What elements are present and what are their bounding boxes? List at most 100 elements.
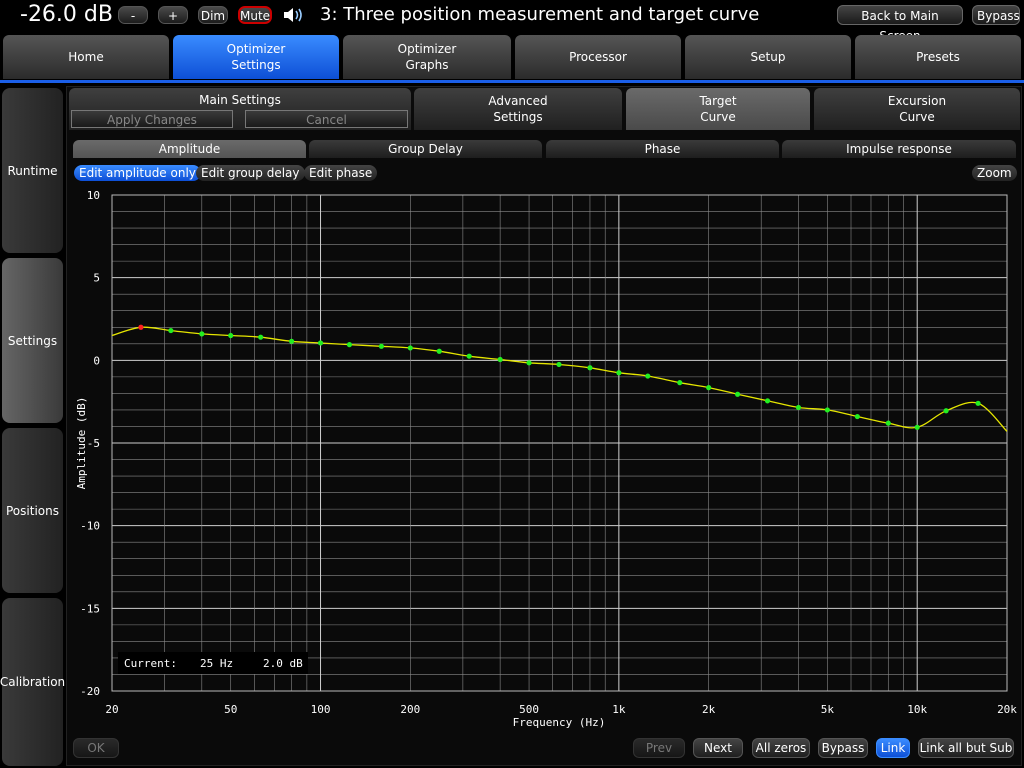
tab-phase[interactable]: Phase xyxy=(546,140,779,158)
curve-point[interactable] xyxy=(466,353,472,359)
curve-point[interactable] xyxy=(317,340,324,346)
tab-label: Processor xyxy=(569,50,627,64)
tab-setup[interactable]: Setup xyxy=(685,35,851,79)
curve-point[interactable] xyxy=(258,334,264,340)
y-tick-label: -20 xyxy=(80,685,100,698)
curve-point[interactable] xyxy=(526,360,532,366)
sidebar-item-positions[interactable]: Positions xyxy=(2,428,63,593)
selected-curve-point[interactable] xyxy=(138,324,144,330)
edit-group-delay-button[interactable]: Edit group delay xyxy=(196,165,305,181)
cancel-button[interactable]: Cancel xyxy=(245,110,408,128)
bypass-button[interactable]: Bypass xyxy=(818,738,868,758)
tab-impulse-response[interactable]: Impulse response xyxy=(782,140,1016,158)
x-tick-label: 100 xyxy=(311,703,331,716)
tab-excursion-curve[interactable]: Excursion Curve xyxy=(814,88,1020,130)
x-tick-label: 20k xyxy=(997,703,1017,716)
curve-point[interactable] xyxy=(943,408,949,414)
curve-point[interactable] xyxy=(168,327,174,334)
x-tick-label: 1k xyxy=(612,703,626,716)
tab-amplitude[interactable]: Amplitude xyxy=(73,140,306,158)
link-all-but-sub-button[interactable]: Link all but Sub xyxy=(918,738,1014,758)
tab-label: Optimizer Settings xyxy=(226,42,286,72)
curve-point[interactable] xyxy=(346,342,353,348)
curve-point[interactable] xyxy=(706,385,712,391)
sidebar-item-calibration[interactable]: Calibration xyxy=(0,598,65,766)
y-tick-label: 0 xyxy=(93,354,100,367)
curve-point[interactable] xyxy=(824,407,830,413)
link-button[interactable]: Link xyxy=(876,738,910,758)
edit-amplitude-only-button[interactable]: Edit amplitude only xyxy=(74,165,201,181)
curve-point[interactable] xyxy=(885,420,891,426)
tab-label: Advanced Settings xyxy=(488,94,548,124)
dim-button[interactable]: Dim xyxy=(198,6,228,24)
tab-label: Home xyxy=(68,50,104,64)
next-button[interactable]: Next xyxy=(693,738,743,758)
y-tick-label: -5 xyxy=(87,437,100,450)
target-curve-line xyxy=(111,326,1008,432)
tab-optimizer-graphs[interactable]: Optimizer Graphs xyxy=(343,35,511,79)
ok-button[interactable]: OK xyxy=(73,738,119,758)
volume-readout: -26.0 dB xyxy=(20,2,113,27)
x-tick-label: 2k xyxy=(702,703,716,716)
zoom-button[interactable]: Zoom xyxy=(972,165,1017,181)
sidebar-item-label: Runtime xyxy=(7,163,58,178)
curve-point[interactable] xyxy=(497,356,503,363)
tab-group-delay[interactable]: Group Delay xyxy=(309,140,542,158)
sidebar-item-label: Positions xyxy=(6,503,59,518)
curve-point[interactable] xyxy=(556,361,562,368)
readout-label: Current: xyxy=(124,657,177,670)
volume-down-button[interactable]: - xyxy=(118,6,148,24)
x-tick-label: 10k xyxy=(907,703,927,716)
x-tick-label: 5k xyxy=(821,703,835,716)
x-axis-label: Frequency (Hz) xyxy=(513,716,606,729)
prev-button[interactable]: Prev xyxy=(633,738,685,758)
curve-point[interactable] xyxy=(436,348,442,354)
tab-label: Target Curve xyxy=(699,94,737,124)
tab-presets[interactable]: Presets xyxy=(855,35,1021,79)
tab-home[interactable]: Home xyxy=(3,35,169,79)
curve-point[interactable] xyxy=(677,380,683,386)
sidebar-item-settings[interactable]: Settings xyxy=(2,258,63,423)
curve-point[interactable] xyxy=(378,343,385,349)
x-tick-label: 20 xyxy=(105,703,118,716)
volume-up-button[interactable]: + xyxy=(158,6,188,24)
y-axis-label: Amplitude (dB) xyxy=(75,397,88,490)
mute-button[interactable]: Mute xyxy=(238,6,272,24)
tab-label: Main Settings xyxy=(199,93,281,107)
apply-changes-button[interactable]: Apply Changes xyxy=(71,110,233,128)
curve-point[interactable] xyxy=(587,365,593,371)
edit-phase-button[interactable]: Edit phase xyxy=(304,165,378,181)
page-title: 3: Three position measurement and target… xyxy=(320,4,760,25)
curve-point[interactable] xyxy=(645,373,651,379)
tab-label: Presets xyxy=(916,50,960,64)
curve-point[interactable] xyxy=(199,331,205,337)
amplitude-chart[interactable]: 1050-5-10-15-20 20 50 100 200 500 1k 2k 5k 10k 20… xyxy=(66,186,1022,734)
tab-target-curve[interactable]: Target Curve xyxy=(626,88,810,130)
curve-point[interactable] xyxy=(616,370,622,376)
tab-label: Excursion Curve xyxy=(887,94,947,124)
curve-point[interactable] xyxy=(289,338,295,344)
tab-processor[interactable]: Processor xyxy=(515,35,681,79)
curve-point[interactable] xyxy=(854,413,860,420)
curve-point[interactable] xyxy=(734,391,741,397)
y-tick-label: -15 xyxy=(80,602,100,615)
x-tick-label: 200 xyxy=(400,703,420,716)
sidebar-item-runtime[interactable]: Runtime xyxy=(2,88,63,253)
tab-advanced-settings[interactable]: Advanced Settings xyxy=(414,88,622,130)
speaker-icon[interactable] xyxy=(282,5,306,25)
curve-point[interactable] xyxy=(975,400,981,406)
bypass-top-button[interactable]: Bypass xyxy=(972,5,1020,25)
curve-point[interactable] xyxy=(795,404,802,411)
curve-point[interactable] xyxy=(914,424,920,430)
curve-point[interactable] xyxy=(407,345,413,351)
back-to-main-button[interactable]: Back to Main Screen xyxy=(837,5,963,43)
curve-point[interactable] xyxy=(228,332,234,339)
y-tick-label: 5 xyxy=(93,272,100,285)
tab-underline xyxy=(0,80,1024,83)
tab-optimizer-settings[interactable]: Optimizer Settings xyxy=(173,35,339,79)
tab-label: Setup xyxy=(750,50,786,64)
tab-label: Optimizer Graphs xyxy=(397,42,457,72)
curve-point[interactable] xyxy=(764,398,771,404)
y-tick-label: 10 xyxy=(87,189,100,202)
all-zeros-button[interactable]: All zeros xyxy=(752,738,810,758)
